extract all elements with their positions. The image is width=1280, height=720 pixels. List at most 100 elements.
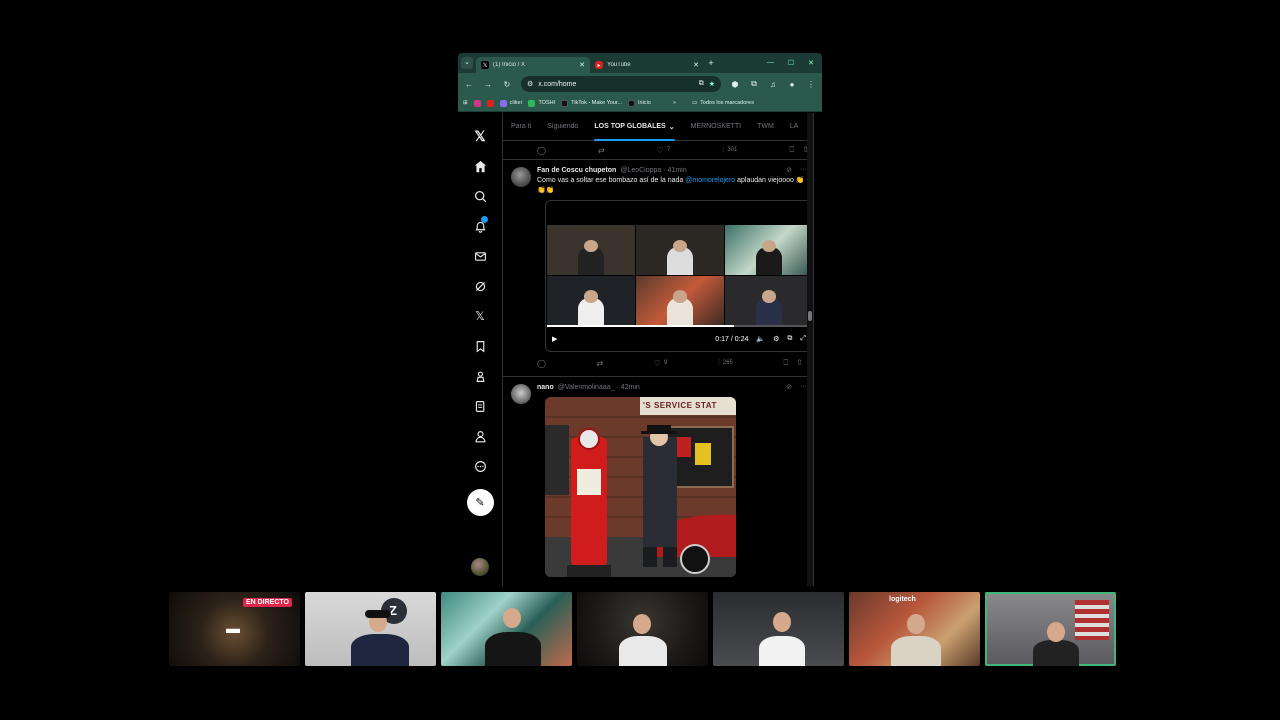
camera-tile[interactable] [713, 592, 844, 666]
menu-icon[interactable]: ⋮ [806, 80, 816, 89]
bookmark-star-icon[interactable]: ★ [709, 80, 715, 88]
new-tab-button[interactable]: + [704, 58, 718, 68]
more-options-icon[interactable] [469, 451, 491, 481]
reply-button[interactable]: ◯ [537, 146, 546, 155]
close-window-button[interactable]: ✕ [808, 59, 814, 67]
tab-search-button[interactable]: ⌄ [458, 56, 476, 70]
camera-tile[interactable]: EN DIRECTO ▬ [169, 592, 300, 666]
tab-los-top-globales[interactable]: LOS TOP GLOBALES ⌄ [586, 113, 682, 141]
bookmarks-icon[interactable] [469, 331, 491, 361]
search-icon[interactable] [469, 181, 491, 211]
extension-shield-icon[interactable]: ⬢ [730, 80, 740, 89]
bookmarks-bar: ⊞ cliker TOSHI TikTok - Make Your... Ini… [458, 95, 822, 112]
all-bookmarks-button[interactable]: ▭ Todos los marcadores [692, 100, 754, 106]
retweet-icon: ⇄ [598, 145, 605, 155]
author-name[interactable]: nano [537, 384, 554, 391]
fullscreen-icon[interactable]: ⤢ [800, 335, 806, 343]
minimize-button[interactable]: — [767, 59, 774, 67]
reply-button[interactable]: ◯ [537, 359, 546, 368]
bookmark-icon[interactable]: ⎕ [783, 358, 788, 368]
pip-icon[interactable]: ⧉ [787, 335, 792, 343]
install-icon[interactable]: ⧉ [699, 80, 704, 88]
extensions-icon[interactable]: ⧉ [749, 79, 759, 89]
grok-icon[interactable]: ⊘ [786, 383, 792, 391]
settings-gear-icon[interactable]: ⚙ [773, 335, 779, 343]
video-player[interactable]: ▶ 0:17 / 0:24 🔈 ⚙ ⧉ ⤢ [545, 200, 813, 352]
tweet-image[interactable]: 'S SERVICE STAT [545, 397, 736, 577]
maximize-button[interactable]: ☐ [788, 59, 794, 67]
jobs-icon[interactable] [469, 361, 491, 391]
reload-icon[interactable]: ↻ [502, 80, 512, 89]
bookmark-item[interactable]: TikTok - Make Your... [561, 99, 622, 107]
video-cam-tile [547, 275, 635, 325]
bookmark-item[interactable]: cliker [499, 99, 522, 107]
bookmark-item[interactable] [473, 99, 481, 107]
author-avatar[interactable] [511, 384, 531, 404]
tab-la[interactable]: LA [782, 113, 807, 141]
close-icon[interactable]: ✕ [579, 61, 585, 69]
camera-tile[interactable] [577, 592, 708, 666]
tab-twm[interactable]: TWM [749, 113, 782, 141]
retweet-button[interactable]: ⇄ [598, 146, 605, 155]
back-icon[interactable]: ← [464, 80, 474, 89]
account-avatar[interactable] [471, 558, 489, 576]
views-button[interactable]: ⫶ 301 [722, 145, 737, 155]
grok-icon[interactable] [469, 271, 491, 301]
premium-x-icon[interactable]: 𝕏 [469, 301, 491, 331]
tab-para-ti[interactable]: Para ti [503, 113, 539, 141]
apps-grid-icon[interactable]: ⊞ [463, 100, 468, 106]
post-button[interactable]: ✎ [466, 489, 494, 516]
tab-youtube[interactable]: ▸ YouTube ✕ [590, 57, 704, 73]
sheets-icon [528, 99, 536, 107]
lists-icon[interactable] [469, 391, 491, 421]
author-name[interactable]: Fan de Coscu chupeton [537, 167, 616, 174]
address-bar[interactable]: ⚙ x.com/home ⧉ ★ [521, 76, 721, 92]
camera-tile-selected[interactable] [985, 592, 1116, 666]
navigation-bar: ← → ↻ ⚙ x.com/home ⧉ ★ ⬢ ⧉ ♫ ● ⋮ [458, 73, 822, 95]
grok-icon[interactable]: ⊘ [786, 166, 792, 174]
bookmark-item[interactable]: Inicio [628, 99, 651, 107]
author-handle-time[interactable]: @Valenmolinaaa_ · 42min [558, 384, 640, 391]
camera-tile[interactable]: logitech [849, 592, 980, 666]
profile-icon[interactable] [469, 421, 491, 451]
video-frame [547, 225, 812, 325]
share-icon[interactable]: ⇧ [796, 358, 803, 368]
forward-icon[interactable]: → [483, 80, 493, 89]
video-progress-bar[interactable] [547, 325, 811, 327]
author-handle-time[interactable]: @LeoCioppa · 41min [620, 167, 686, 174]
volume-icon[interactable]: 🔈 [756, 335, 765, 343]
home-icon[interactable] [469, 151, 491, 181]
play-icon[interactable]: ▶ [552, 335, 557, 343]
profile-avatar-icon[interactable]: ● [787, 80, 797, 89]
views-button[interactable]: ⫶ 265 [718, 358, 733, 368]
media-icon[interactable]: ♫ [768, 80, 778, 89]
retweet-button[interactable]: ⇄ [597, 359, 604, 368]
tab-x-home[interactable]: 𝕏 (1) Inicio / X ✕ [476, 57, 590, 73]
notifications-bell-icon[interactable] [469, 211, 491, 241]
camera-tile[interactable] [441, 592, 572, 666]
tab-siguiendo[interactable]: Siguiendo [539, 113, 586, 141]
scrollbar[interactable] [807, 113, 813, 586]
author-avatar[interactable] [511, 167, 531, 187]
video-cam-tile [725, 225, 812, 275]
mention-link[interactable]: @momorelojero [685, 177, 735, 184]
bookmark-item[interactable]: TOSHI [528, 99, 555, 107]
tweet[interactable]: nano @Valenmolinaaa_ · 42min ⊘ ··· 'S SE… [503, 376, 813, 577]
tweet[interactable]: Fan de Coscu chupeton @LeoCioppa · 41min… [503, 159, 813, 372]
site-info-icon[interactable]: ⚙ [527, 80, 533, 88]
like-button[interactable]: ♡ 7 [657, 146, 671, 155]
messages-icon[interactable] [469, 241, 491, 271]
bookmark-icon[interactable]: ⎕ [789, 145, 794, 155]
more-icon[interactable]: ··· [800, 166, 807, 174]
bookmark-item[interactable] [486, 99, 494, 107]
tab-mernosketti[interactable]: MERNOSKETTI [683, 113, 750, 141]
scrollbar-thumb[interactable] [808, 311, 812, 321]
reply-icon: ◯ [537, 358, 546, 368]
x-logo-icon[interactable]: 𝕏 [469, 121, 491, 151]
camera-tile[interactable]: Z [305, 592, 436, 666]
more-icon[interactable]: ··· [800, 383, 807, 391]
url-text: x.com/home [538, 80, 577, 88]
like-button[interactable]: ♡ 9 [654, 359, 668, 368]
more-bookmarks-button[interactable]: » [673, 100, 676, 106]
close-icon[interactable]: ✕ [693, 61, 699, 69]
